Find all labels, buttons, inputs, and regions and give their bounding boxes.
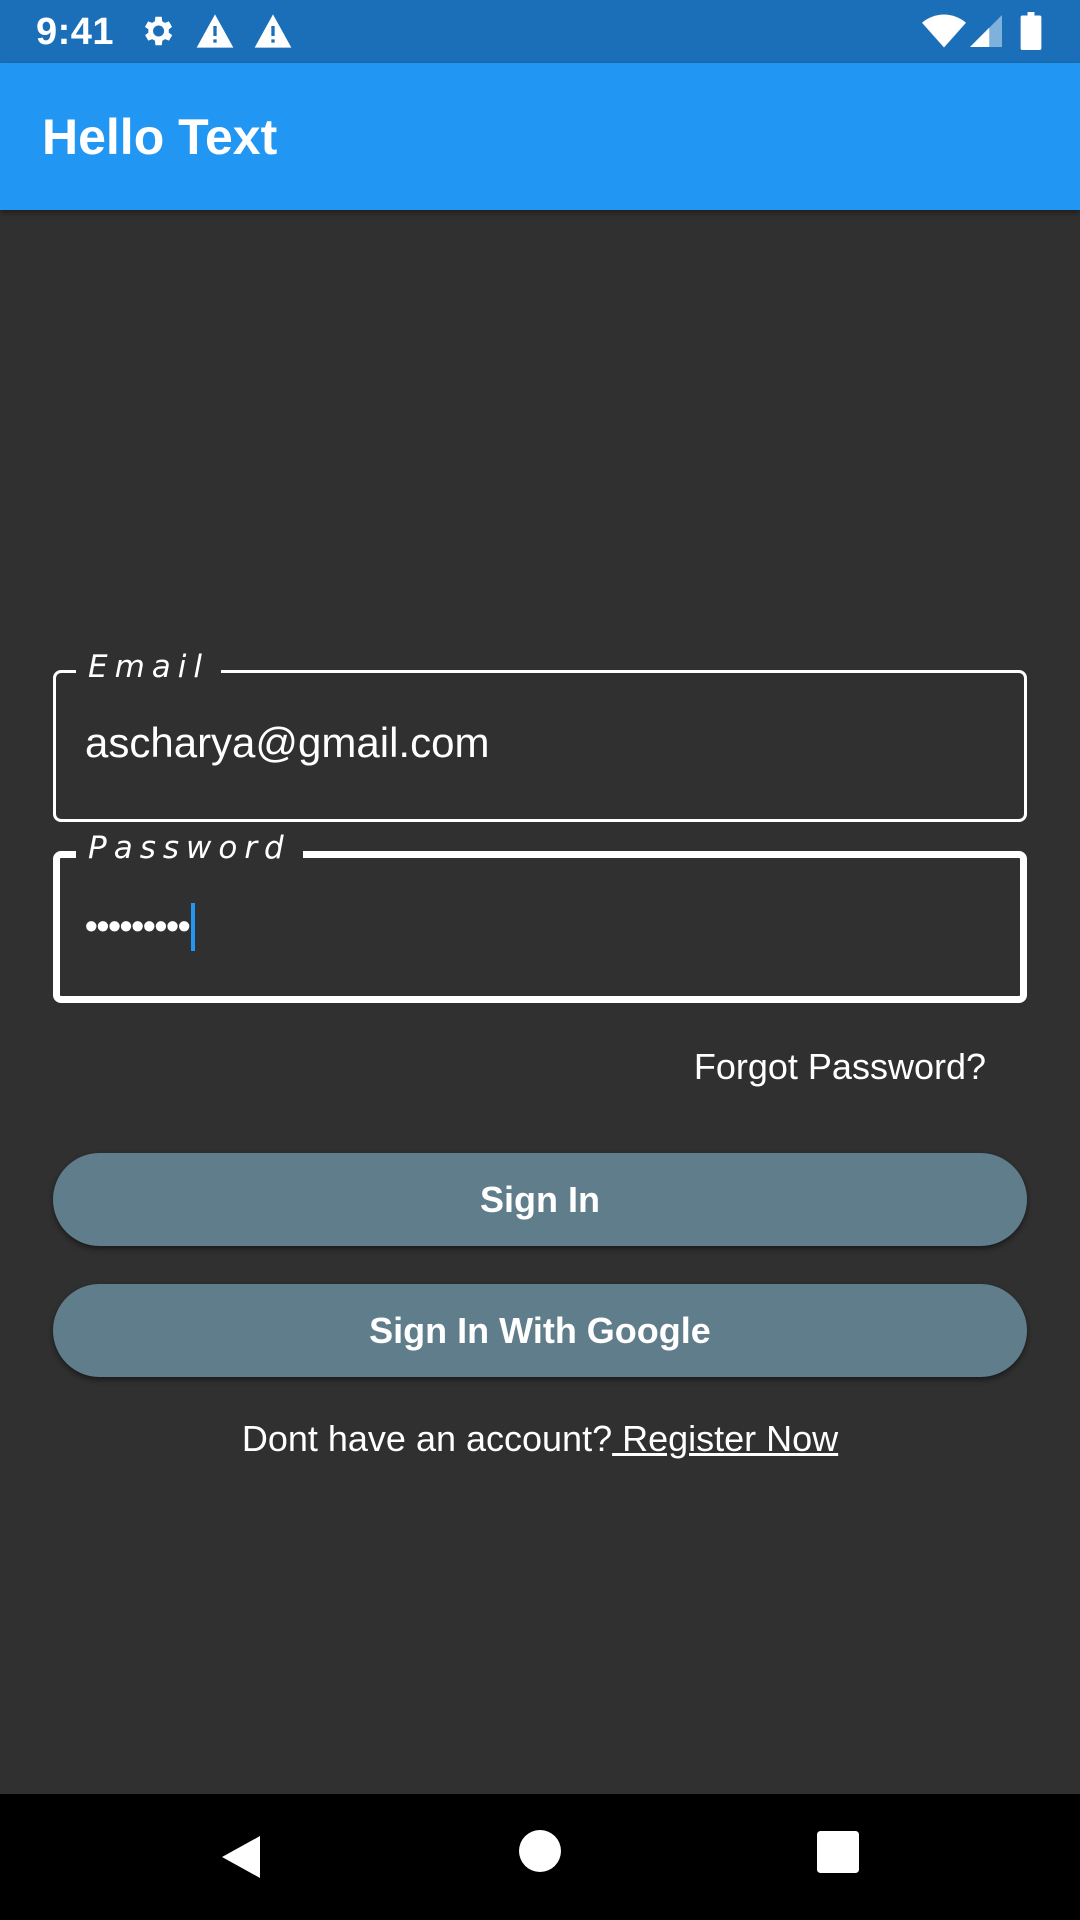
password-field-label: Password bbox=[76, 828, 303, 868]
warning-icon bbox=[254, 14, 292, 48]
text-cursor bbox=[191, 902, 196, 951]
gear-icon bbox=[144, 16, 173, 46]
password-masked-text: ••••••••• bbox=[85, 905, 190, 946]
app-bar: Hello Text bbox=[0, 63, 1080, 210]
google-sign-in-button[interactable]: Sign In With Google bbox=[53, 1284, 1027, 1377]
status-time: 9:41 bbox=[36, 11, 115, 53]
password-field-value: ••••••••• bbox=[85, 898, 196, 952]
email-field[interactable]: Email ascharya@gmail.com bbox=[53, 647, 1027, 822]
cell-signal-icon bbox=[970, 15, 1002, 47]
register-row: Dont have an account? Register Now bbox=[0, 1417, 1080, 1461]
battery-icon bbox=[1020, 12, 1042, 50]
navigation-bar bbox=[0, 1794, 1080, 1920]
password-field[interactable]: Password ••••••••• bbox=[53, 828, 1027, 1003]
email-field-value: ascharya@gmail.com bbox=[85, 719, 490, 766]
home-icon[interactable] bbox=[519, 1830, 561, 1872]
wifi-icon bbox=[922, 14, 966, 48]
register-now-link[interactable]: Register Now bbox=[612, 1418, 838, 1459]
back-icon[interactable] bbox=[216, 1832, 264, 1882]
register-prompt: Dont have an account? bbox=[241, 1418, 613, 1459]
recents-icon[interactable] bbox=[817, 1831, 859, 1873]
app-title: Hello Text bbox=[42, 109, 278, 165]
forgot-password-link[interactable]: Forgot Password? bbox=[694, 1045, 986, 1089]
email-field-label: Email bbox=[76, 647, 222, 687]
sign-in-button[interactable]: Sign In bbox=[53, 1153, 1027, 1246]
warning-icon bbox=[196, 14, 234, 48]
status-bar: 9:41 bbox=[0, 0, 1080, 63]
